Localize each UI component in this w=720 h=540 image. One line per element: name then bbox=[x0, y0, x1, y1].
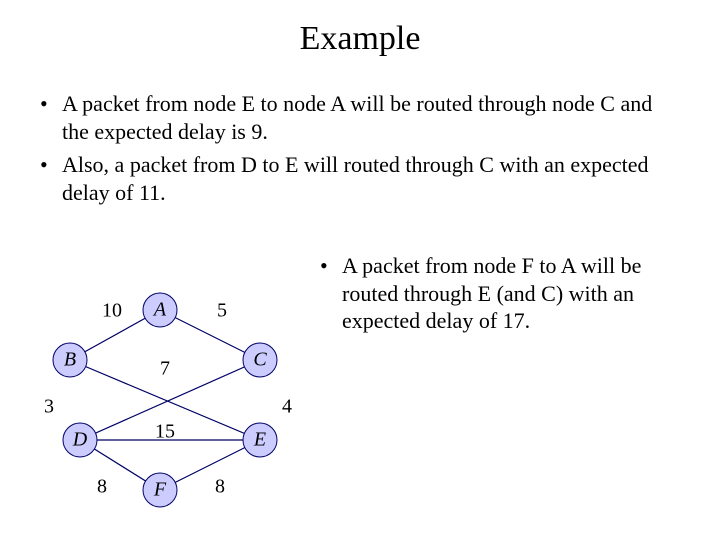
side-label-left: 3 bbox=[44, 396, 54, 418]
node-A: A bbox=[143, 293, 177, 327]
side-label-right: 4 bbox=[282, 396, 292, 418]
node-C: C bbox=[243, 343, 277, 377]
svg-text:F: F bbox=[153, 479, 167, 501]
svg-text:C: C bbox=[253, 349, 267, 371]
edge-label-AC: 5 bbox=[217, 300, 227, 322]
svg-text:D: D bbox=[72, 429, 88, 451]
list-item: • Also, a packet from D to E will routed… bbox=[40, 151, 680, 206]
bullet-marker: • bbox=[320, 252, 342, 335]
bullet-text: A packet from node E to node A will be r… bbox=[62, 90, 680, 145]
edge-label-FE: 8 bbox=[215, 476, 225, 498]
node-B: B bbox=[53, 343, 87, 377]
svg-text:B: B bbox=[64, 349, 76, 371]
node-F: F bbox=[143, 473, 177, 507]
page-title: Example bbox=[0, 20, 720, 58]
routing-graph: A B C D E F 10 5 bbox=[30, 270, 320, 520]
right-bullet-list: • A packet from node F to A will be rout… bbox=[320, 252, 690, 341]
edge-label-DF: 8 bbox=[97, 476, 107, 498]
edge-label-DE: 15 bbox=[155, 421, 175, 443]
edge-label-BA: 10 bbox=[102, 300, 122, 322]
bullet-text: Also, a packet from D to E will routed t… bbox=[62, 151, 680, 206]
top-bullet-list: • A packet from node E to node A will be… bbox=[40, 90, 680, 212]
edge-label-BE: 7 bbox=[160, 358, 170, 380]
svg-text:A: A bbox=[152, 299, 167, 321]
svg-text:E: E bbox=[253, 429, 266, 451]
list-item: • A packet from node F to A will be rout… bbox=[320, 252, 690, 335]
node-D: D bbox=[63, 423, 97, 457]
list-item: • A packet from node E to node A will be… bbox=[40, 90, 680, 145]
bullet-marker: • bbox=[40, 90, 62, 145]
node-E: E bbox=[243, 423, 277, 457]
bullet-text: A packet from node F to A will be routed… bbox=[342, 252, 690, 335]
bullet-marker: • bbox=[40, 151, 62, 206]
